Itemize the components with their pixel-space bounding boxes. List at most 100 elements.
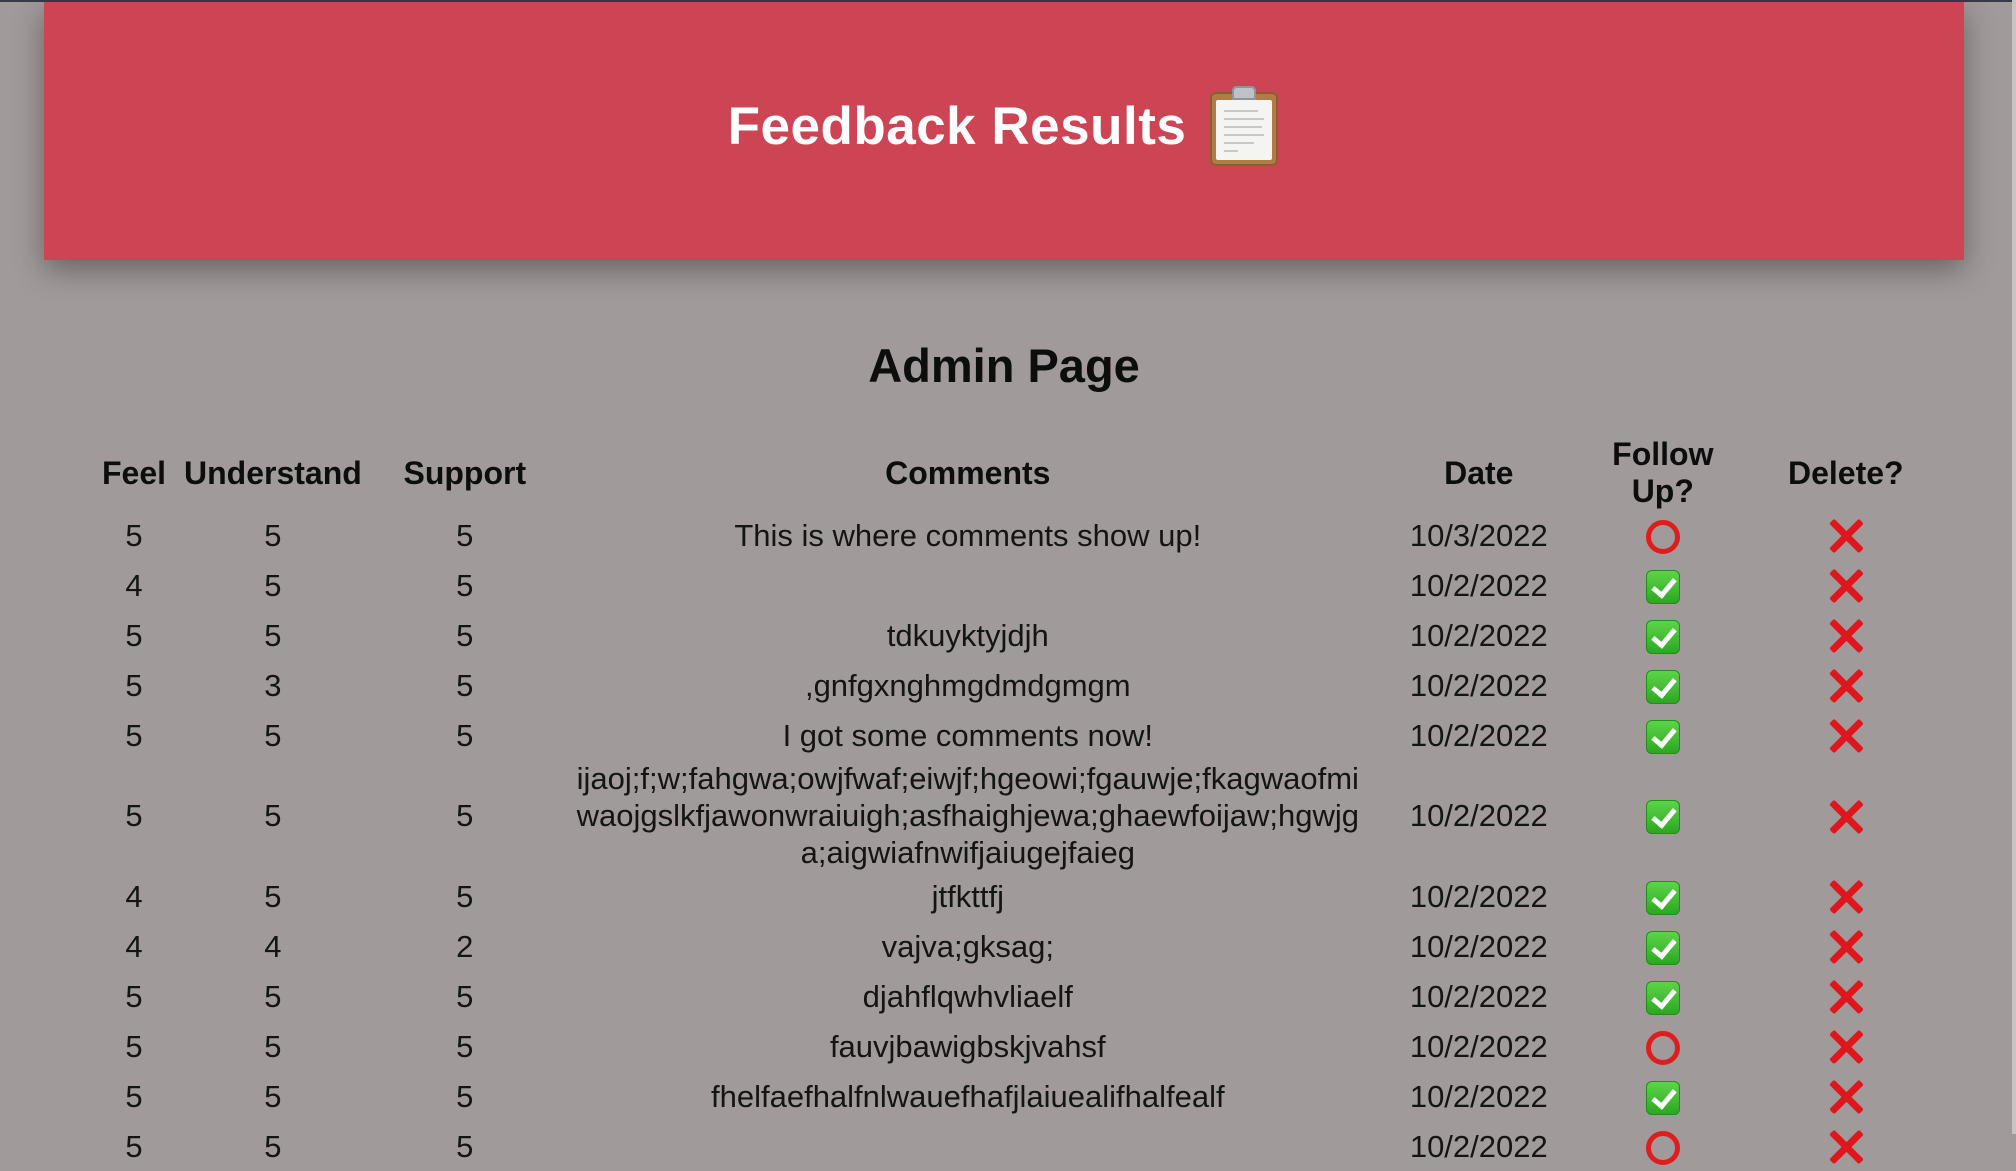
delete-cell xyxy=(1736,760,1956,871)
follow-up-check-icon[interactable] xyxy=(1645,980,1680,1015)
understand-cell: 5 xyxy=(264,517,282,553)
delete-x-icon[interactable] xyxy=(1828,668,1864,704)
delete-x-icon[interactable] xyxy=(1828,929,1864,965)
delete-x-icon[interactable] xyxy=(1828,1079,1864,1115)
support-cell: 5 xyxy=(456,617,474,653)
table-row: 5 5 5 10/2/2022 xyxy=(84,1121,1956,1171)
delete-cell xyxy=(1736,660,1956,710)
column-header-feel[interactable]: Feel xyxy=(84,436,184,510)
feel-cell: 5 xyxy=(125,1028,143,1064)
feel-cell: 5 xyxy=(125,1078,143,1114)
date-cell: 10/2/2022 xyxy=(1409,667,1548,703)
column-header-follow-up[interactable]: Follow Up? xyxy=(1590,436,1736,510)
follow-up-check-icon[interactable] xyxy=(1645,880,1680,915)
follow-up-cell xyxy=(1590,610,1736,660)
support-cell: 5 xyxy=(456,717,474,753)
page-title: Admin Page xyxy=(868,339,1140,392)
follow-up-check-icon[interactable] xyxy=(1645,1080,1680,1115)
delete-cell xyxy=(1736,610,1956,660)
delete-x-icon[interactable] xyxy=(1828,518,1864,554)
follow-up-check-icon[interactable] xyxy=(1645,930,1680,965)
follow-up-cell xyxy=(1590,921,1736,971)
delete-cell xyxy=(1736,710,1956,760)
follow-up-check-icon[interactable] xyxy=(1645,619,1680,654)
understand-cell: 4 xyxy=(264,928,282,964)
window-scrollbar-track[interactable] xyxy=(2012,0,2016,1134)
table-row: 5 5 5 ijaoj;f;w;fahgwa;owjfwaf;eiwjf;hgeowi… xyxy=(84,760,1956,871)
delete-x-icon[interactable] xyxy=(1828,799,1864,835)
support-cell: 5 xyxy=(456,667,474,703)
follow-up-cell xyxy=(1590,871,1736,921)
support-cell: 5 xyxy=(456,1028,474,1064)
header-title: Feedback Results xyxy=(727,96,1187,156)
support-cell: 5 xyxy=(456,567,474,603)
column-header-comments[interactable]: Comments xyxy=(568,436,1368,510)
comment-cell: fhelfaefhalfnlwauefhafjlaiuealifhalfealf xyxy=(711,1078,1225,1114)
follow-up-cell xyxy=(1590,560,1736,610)
feel-cell: 5 xyxy=(125,667,143,703)
comment-cell: ijaoj;f;w;fahgwa;owjfwaf;eiwjf;hgeowi;fg… xyxy=(576,761,1359,870)
table-row: 5 5 5 This is where comments show up! 10/3/2… xyxy=(84,510,1956,560)
delete-x-icon[interactable] xyxy=(1828,568,1864,604)
table-row: 5 5 5 tdkuyktyjdjh 10/2/2022 xyxy=(84,610,1956,660)
column-header-understand[interactable]: Understand xyxy=(184,436,362,510)
column-header-support[interactable]: Support xyxy=(362,436,568,510)
table-row: 5 5 5 fauvjbawigbskjvahsf 10/2/2022 xyxy=(84,1021,1956,1071)
follow-up-cell xyxy=(1590,510,1736,560)
follow-up-circle-icon[interactable] xyxy=(1645,1030,1680,1065)
follow-up-check-icon[interactable] xyxy=(1645,669,1680,704)
column-header-date[interactable]: Date xyxy=(1368,436,1590,510)
follow-up-circle-icon[interactable] xyxy=(1645,1130,1680,1165)
understand-cell: 5 xyxy=(264,1078,282,1114)
feedback-table: Feel Understand Support Comments Date Fo… xyxy=(84,436,1956,1171)
follow-up-check-icon[interactable] xyxy=(1645,719,1680,754)
comment-cell: fauvjbawigbskjvahsf xyxy=(829,1028,1106,1064)
column-header-delete[interactable]: Delete? xyxy=(1736,436,1956,510)
delete-cell xyxy=(1736,560,1956,610)
support-cell: 2 xyxy=(456,928,474,964)
follow-up-cell xyxy=(1590,971,1736,1021)
date-cell: 10/2/2022 xyxy=(1409,798,1548,833)
feel-cell: 5 xyxy=(125,517,143,553)
feel-cell: 5 xyxy=(125,978,143,1014)
delete-x-icon[interactable] xyxy=(1828,879,1864,915)
comment-cell: vajva;gksag; xyxy=(881,928,1054,964)
comment-cell: I got some comments now! xyxy=(782,717,1154,753)
date-cell: 10/2/2022 xyxy=(1409,1078,1548,1114)
understand-cell: 5 xyxy=(264,567,282,603)
delete-cell xyxy=(1736,971,1956,1021)
follow-up-check-icon[interactable] xyxy=(1645,800,1680,835)
follow-up-check-icon[interactable] xyxy=(1645,569,1680,604)
delete-cell xyxy=(1736,871,1956,921)
comment-cell: tdkuyktyjdjh xyxy=(886,617,1049,653)
follow-up-circle-icon[interactable] xyxy=(1645,519,1680,554)
feel-cell: 5 xyxy=(125,1128,143,1164)
delete-x-icon[interactable] xyxy=(1828,618,1864,654)
follow-up-cell xyxy=(1590,1121,1736,1171)
understand-cell: 3 xyxy=(264,667,282,703)
follow-up-cell xyxy=(1590,710,1736,760)
delete-x-icon[interactable] xyxy=(1828,979,1864,1015)
follow-up-cell xyxy=(1590,760,1736,871)
delete-x-icon[interactable] xyxy=(1828,718,1864,754)
header-content: Feedback Results xyxy=(728,86,1281,166)
delete-x-icon[interactable] xyxy=(1828,1129,1864,1165)
feel-cell: 4 xyxy=(125,928,143,964)
delete-cell xyxy=(1736,1121,1956,1171)
feel-cell: 5 xyxy=(125,717,143,753)
date-cell: 10/2/2022 xyxy=(1409,567,1548,603)
table-row: 5 3 5 ,gnfgxnghmgdmdgmgm 10/2/2022 xyxy=(84,660,1956,710)
support-cell: 5 xyxy=(456,978,474,1014)
feel-cell: 5 xyxy=(125,617,143,653)
support-cell: 5 xyxy=(456,798,474,833)
date-cell: 10/2/2022 xyxy=(1409,617,1548,653)
table-row: 4 5 5 10/2/2022 xyxy=(84,560,1956,610)
delete-cell xyxy=(1736,1071,1956,1121)
feel-cell: 4 xyxy=(125,567,143,603)
understand-cell: 5 xyxy=(264,798,282,833)
feel-cell: 5 xyxy=(125,798,143,833)
support-cell: 5 xyxy=(456,1078,474,1114)
date-cell: 10/3/2022 xyxy=(1409,517,1548,553)
comment-cell xyxy=(568,560,1368,610)
delete-x-icon[interactable] xyxy=(1828,1029,1864,1065)
